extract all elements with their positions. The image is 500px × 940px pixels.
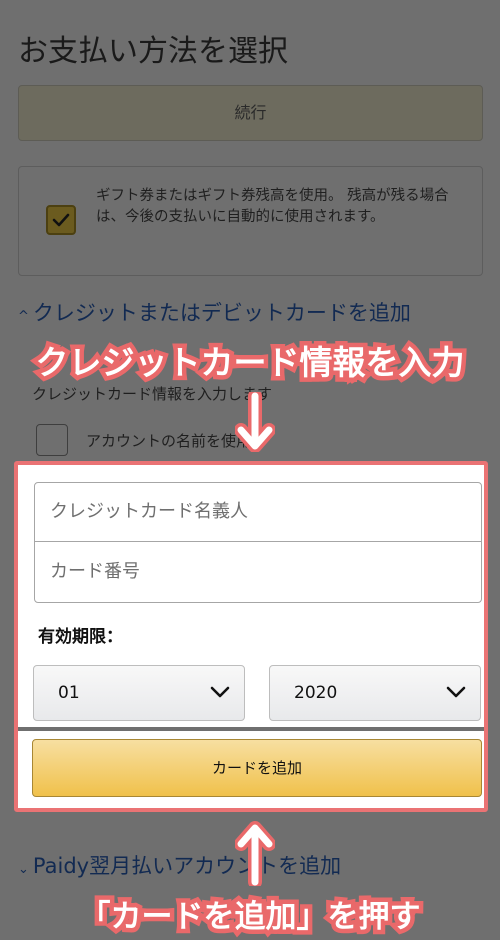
gift-card-checkbox[interactable] [46, 205, 76, 235]
arrow-down-icon [235, 392, 275, 452]
arrow-up-icon [235, 821, 275, 886]
add-paidy-account-label: Paidy翌月払いアカウントを追加 [32, 854, 342, 878]
page-title: お支払い方法を選択 [18, 34, 288, 69]
chevron-down-icon: ⌄ [18, 862, 29, 877]
use-account-name-label: アカウントの名前を使用 [86, 432, 252, 450]
chevron-up-icon: ^ [18, 309, 29, 324]
add-paidy-account-toggle[interactable]: ⌄ Paidy翌月払いアカウントを追加 [18, 850, 341, 880]
gift-card-text: ギフト券またはギフト券残高を使用。 残高が残る場合は、今後の支払いに自動的に使用… [96, 188, 449, 225]
form-highlight-frame [14, 461, 488, 812]
checkmark-icon [52, 213, 70, 227]
callout-enter-card-info: クレジットカード情報を入力 [31, 339, 469, 387]
add-credit-card-heading: クレジットまたはデビットカードを追加 [32, 301, 411, 325]
callout-press-add-card: 「カードを追加」を押す [75, 895, 425, 940]
add-credit-card-section-toggle[interactable]: ^ クレジットまたはデビットカードを追加 [18, 297, 411, 327]
use-account-name-checkbox[interactable] [36, 424, 68, 456]
continue-button[interactable]: 続行 [18, 85, 483, 141]
